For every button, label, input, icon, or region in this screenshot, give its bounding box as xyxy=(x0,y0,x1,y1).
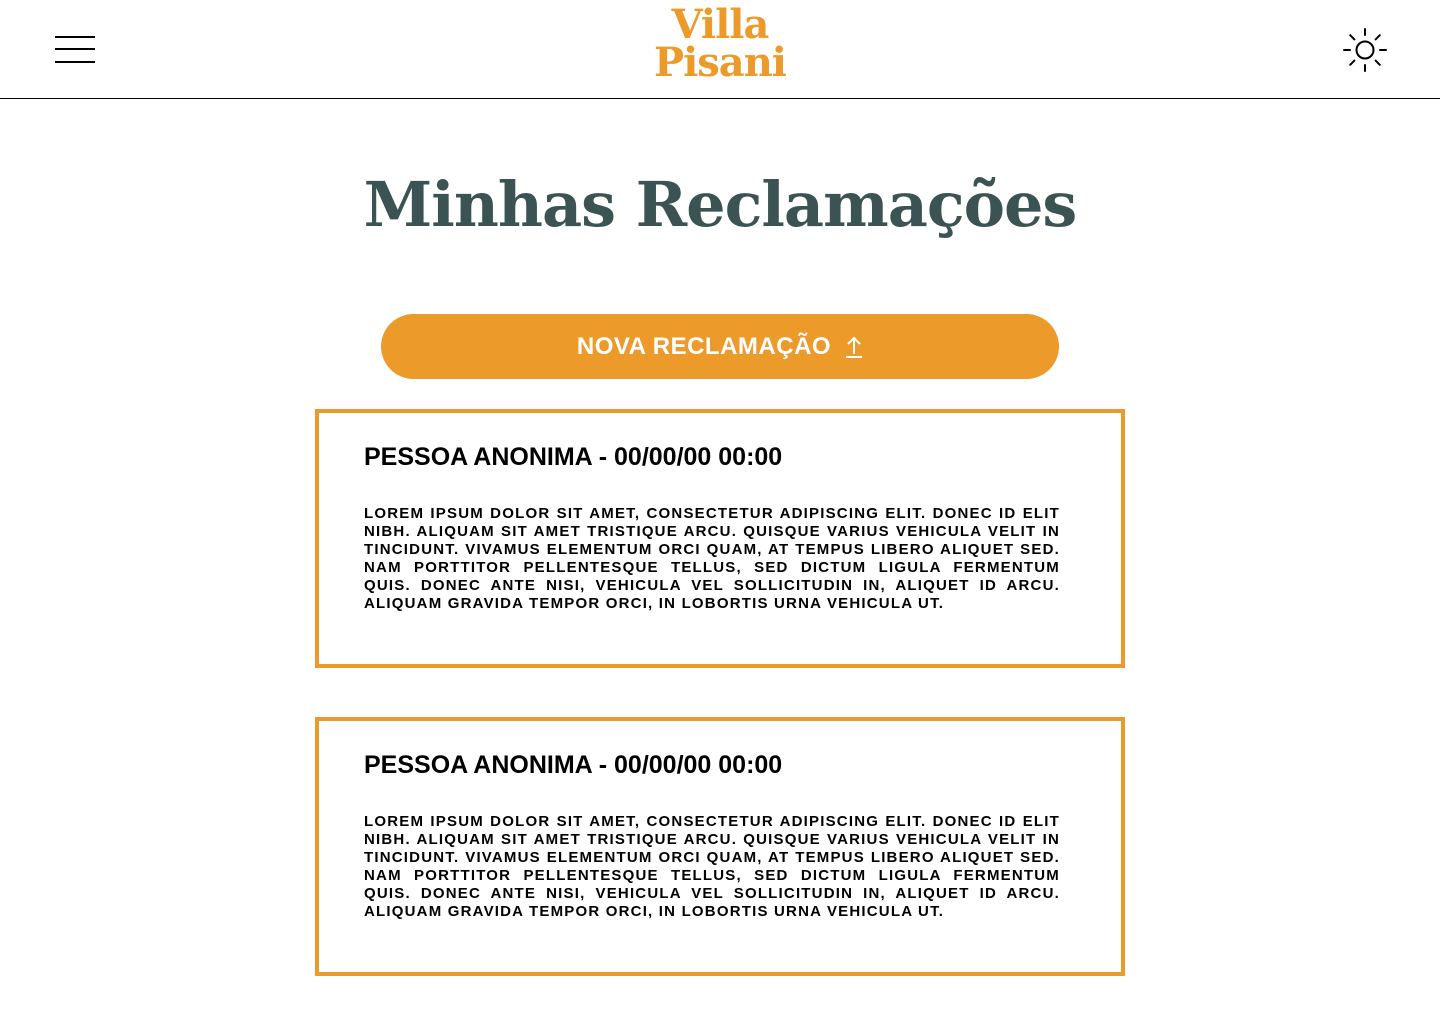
brand-logo[interactable]: Villa Pisani xyxy=(620,5,820,86)
new-complaint-button[interactable]: NOVA RECLAMAÇÃO xyxy=(381,314,1059,379)
complaint-card: PESSOA ANONIMA - 00/00/00 00:00 LOREM IP… xyxy=(315,409,1125,668)
new-complaint-label: NOVA RECLAMAÇÃO xyxy=(576,332,832,360)
top-navbar: Villa Pisani xyxy=(0,0,1440,99)
complaint-text: LOREM IPSUM DOLOR SIT AMET, CONSECTETUR … xyxy=(364,813,1060,920)
complaint-header: PESSOA ANONIMA - 00/00/00 00:00 xyxy=(364,443,783,471)
hamburger-menu-icon[interactable] xyxy=(55,34,95,66)
sun-icon[interactable] xyxy=(1341,26,1389,74)
page-title: Minhas Reclamações xyxy=(363,168,1078,241)
arrow-up-icon xyxy=(846,336,863,358)
menu-bar-bottom xyxy=(55,61,95,63)
complaint-text: LOREM IPSUM DOLOR SIT AMET, CONSECTETUR … xyxy=(364,505,1060,612)
complaint-header: PESSOA ANONIMA - 00/00/00 00:00 xyxy=(364,751,783,779)
sun-icon-graphic xyxy=(1343,28,1387,72)
logo-line-2: Pisani xyxy=(654,39,787,86)
menu-bar-top xyxy=(55,36,95,38)
menu-bar-middle xyxy=(55,48,95,50)
complaint-card: PESSOA ANONIMA - 00/00/00 00:00 LOREM IP… xyxy=(315,717,1125,976)
